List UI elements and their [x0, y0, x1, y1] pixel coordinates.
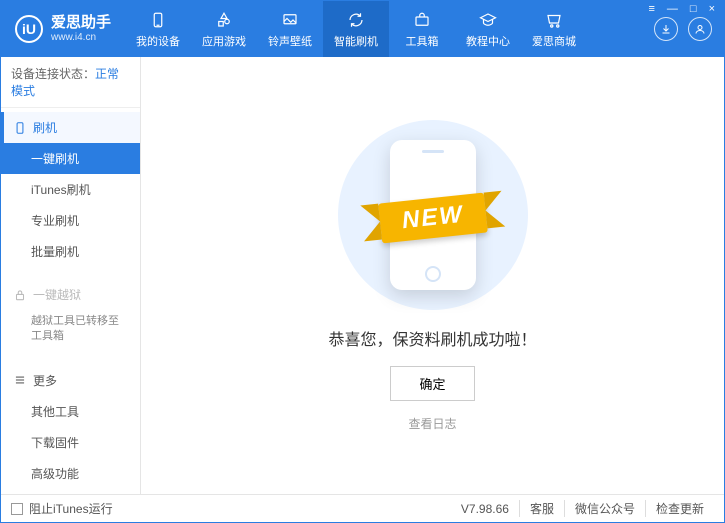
window-controls: ≡ — □ ×	[645, 3, 718, 15]
close-button[interactable]: ×	[706, 3, 718, 15]
sidebar-item-itunes-flash[interactable]: iTunes刷机	[1, 174, 140, 205]
body: 设备连接状态：正常模式 刷机 一键刷机 iTunes刷机 专业刷机 批量刷机 一…	[1, 57, 724, 494]
section-label: 刷机	[33, 119, 57, 136]
checkbox-label: 阻止iTunes运行	[29, 500, 113, 517]
ok-button[interactable]: 确定	[390, 366, 474, 401]
more-section-head[interactable]: 更多	[1, 365, 140, 396]
sidebar-item-advanced[interactable]: 高级功能	[1, 458, 140, 489]
phone-icon	[13, 121, 27, 135]
section-label: 一键越狱	[33, 286, 81, 303]
minimize-button[interactable]: —	[664, 3, 681, 15]
sidebar-item-batch-flash[interactable]: 批量刷机	[1, 236, 140, 267]
refresh-icon	[346, 10, 366, 30]
nav-tutorial[interactable]: 教程中心	[455, 1, 521, 57]
brand-title: 爱思助手	[51, 14, 111, 32]
sidebar-item-onekey-flash[interactable]: 一键刷机	[1, 143, 140, 174]
app-window: ≡ — □ × iU 爱思助手 www.i4.cn 我的设备 应用游戏 铃声壁纸	[0, 0, 725, 523]
brand: iU 爱思助手 www.i4.cn	[1, 1, 125, 57]
status-bar: 阻止iTunes运行 V7.98.66 客服 微信公众号 检查更新	[1, 494, 724, 522]
nav-label: 我的设备	[136, 33, 180, 49]
check-update-link[interactable]: 检查更新	[645, 500, 714, 517]
support-link[interactable]: 客服	[519, 500, 564, 517]
jailbreak-section: 一键越狱 越狱工具已转移至工具箱	[1, 275, 140, 357]
nav-label: 教程中心	[466, 33, 510, 49]
version-label: V7.98.66	[451, 502, 519, 516]
sidebar-item-download-firmware[interactable]: 下载固件	[1, 427, 140, 458]
cart-icon	[544, 10, 564, 30]
download-button[interactable]	[654, 17, 678, 41]
main-panel: NEW 恭喜您，保资料刷机成功啦！ 确定 查看日志	[141, 57, 724, 494]
sidebar-item-other-tools[interactable]: 其他工具	[1, 396, 140, 427]
flash-section-head[interactable]: 刷机	[1, 112, 140, 143]
jailbreak-note: 越狱工具已转移至工具箱	[1, 310, 140, 353]
success-illustration: NEW	[338, 120, 528, 310]
sidebar-item-pro-flash[interactable]: 专业刷机	[1, 205, 140, 236]
section-label: 更多	[33, 372, 57, 389]
menu-icon[interactable]: ≡	[645, 3, 657, 15]
checkbox-icon	[11, 503, 23, 515]
nav-label: 爱思商城	[532, 33, 576, 49]
toolbox-icon	[412, 10, 432, 30]
wallpaper-icon	[280, 10, 300, 30]
success-message: 恭喜您，保资料刷机成功啦！	[328, 326, 536, 350]
top-nav: 我的设备 应用游戏 铃声壁纸 智能刷机 工具箱 教程中心	[125, 1, 654, 57]
nav-device[interactable]: 我的设备	[125, 1, 191, 57]
nav-label: 智能刷机	[334, 33, 378, 49]
brand-logo-icon: iU	[15, 15, 43, 43]
user-button[interactable]	[688, 17, 712, 41]
block-itunes-checkbox[interactable]: 阻止iTunes运行	[11, 500, 113, 517]
wechat-link[interactable]: 微信公众号	[564, 500, 645, 517]
list-icon	[13, 373, 27, 387]
nav-apps[interactable]: 应用游戏	[191, 1, 257, 57]
connection-status: 设备连接状态：正常模式	[1, 57, 140, 108]
phone-icon	[148, 10, 168, 30]
nav-ringtone[interactable]: 铃声壁纸	[257, 1, 323, 57]
brand-url: www.i4.cn	[51, 32, 111, 44]
nav-label: 工具箱	[406, 33, 439, 49]
nav-flash[interactable]: 智能刷机	[323, 1, 389, 57]
nav-store[interactable]: 爱思商城	[521, 1, 587, 57]
more-section: 更多 其他工具 下载固件 高级功能	[1, 361, 140, 493]
conn-label: 设备连接状态：	[11, 67, 95, 81]
view-log-link[interactable]: 查看日志	[408, 415, 456, 432]
lock-icon	[13, 288, 27, 302]
sidebar: 设备连接状态：正常模式 刷机 一键刷机 iTunes刷机 专业刷机 批量刷机 一…	[1, 57, 141, 494]
flash-section: 刷机 一键刷机 iTunes刷机 专业刷机 批量刷机	[1, 108, 140, 271]
maximize-button[interactable]: □	[687, 3, 700, 15]
apps-icon	[214, 10, 234, 30]
graduation-icon	[478, 10, 498, 30]
nav-label: 应用游戏	[202, 33, 246, 49]
header: ≡ — □ × iU 爱思助手 www.i4.cn 我的设备 应用游戏 铃声壁纸	[1, 1, 724, 57]
jailbreak-section-head: 一键越狱	[1, 279, 140, 310]
nav-toolbox[interactable]: 工具箱	[389, 1, 455, 57]
nav-label: 铃声壁纸	[268, 33, 312, 49]
